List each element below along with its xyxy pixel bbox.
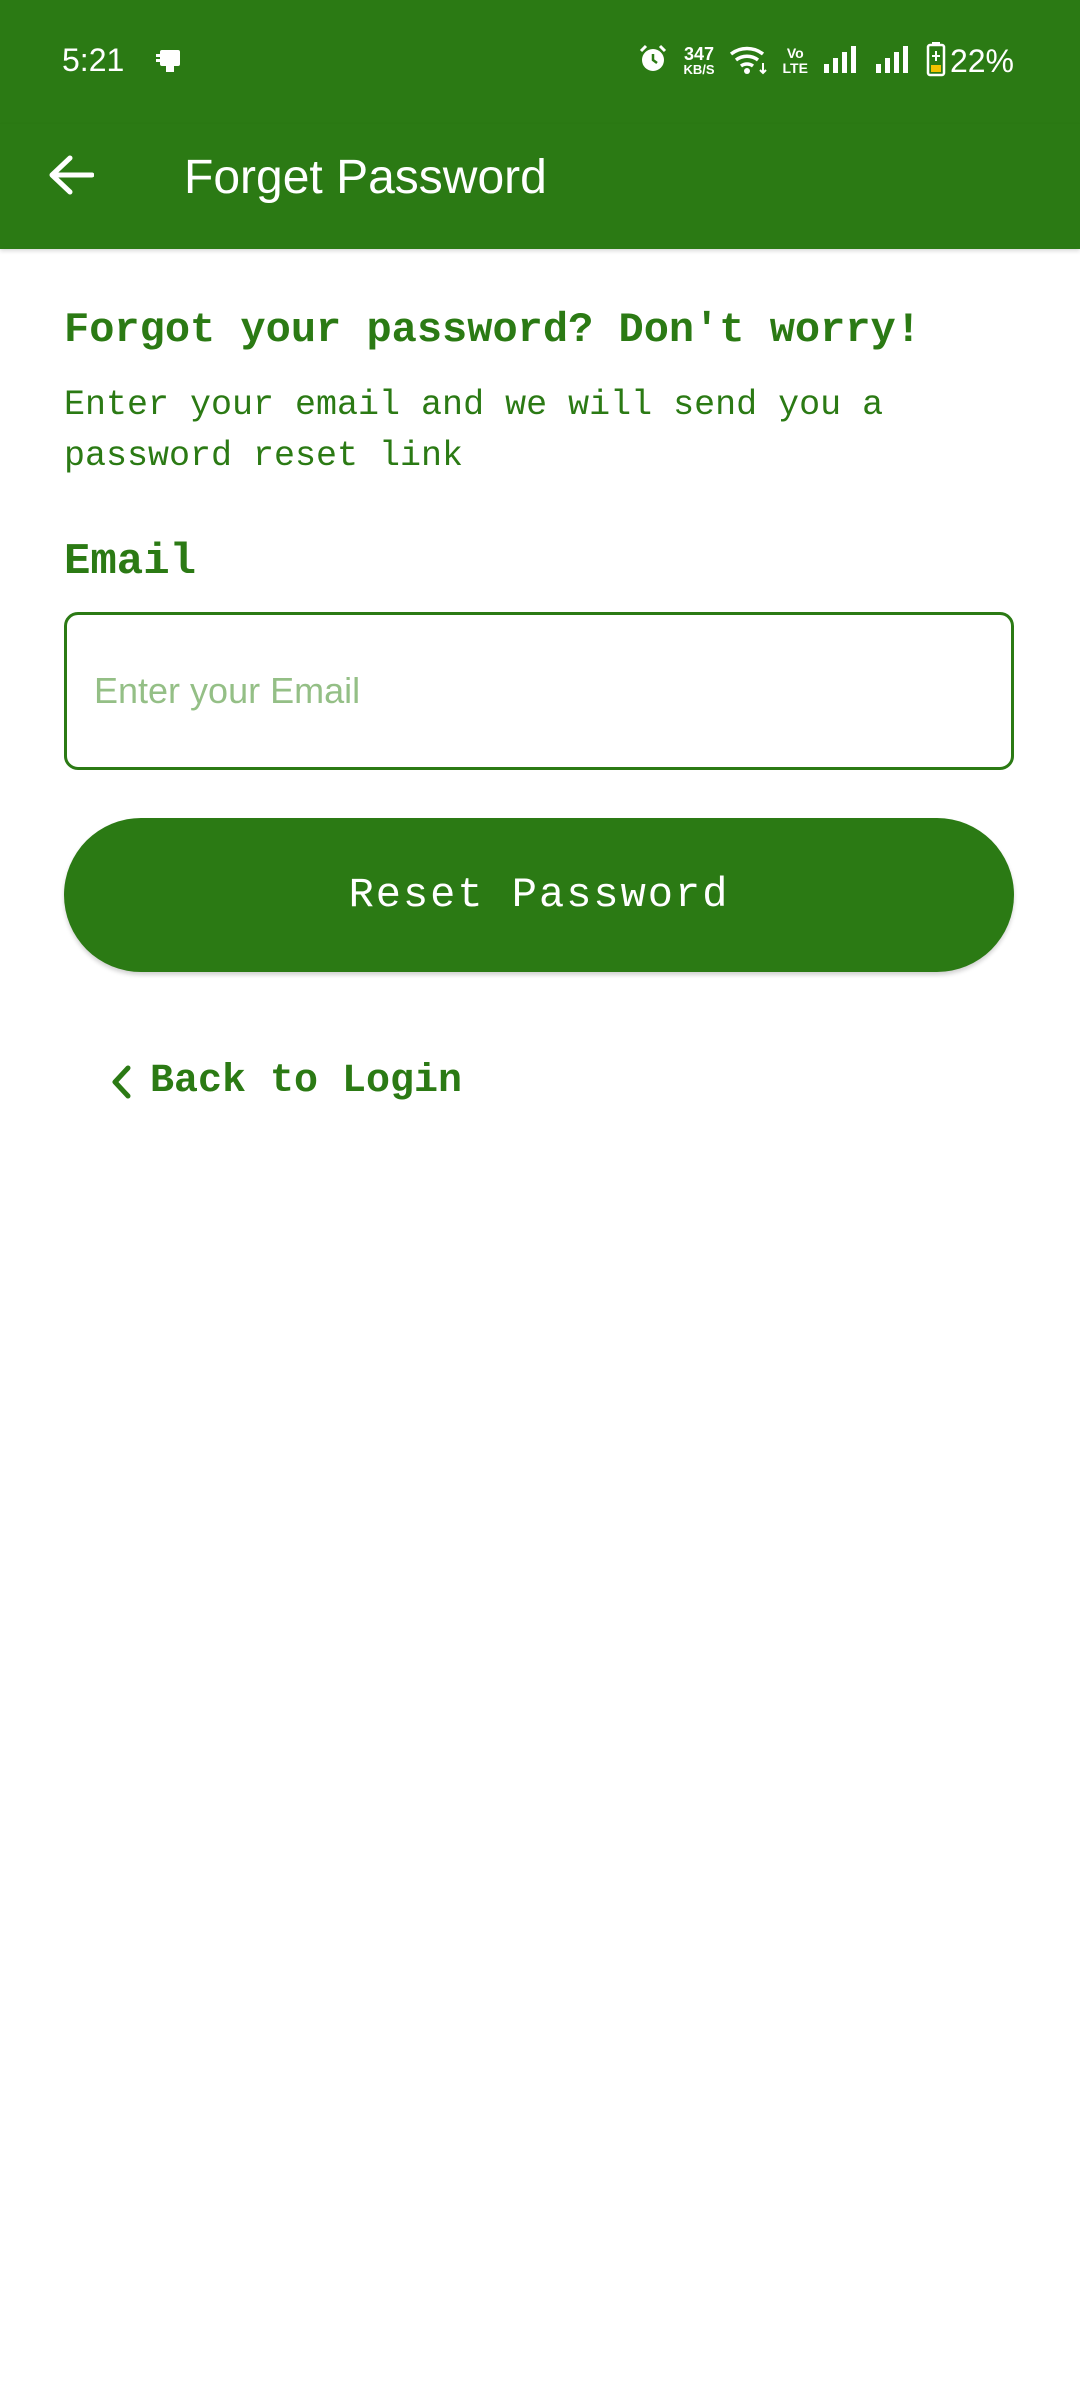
back-to-login-label: Back to Login (150, 1059, 463, 1104)
arrow-left-icon (49, 155, 94, 195)
email-label: Email (64, 537, 197, 587)
signal-icon (822, 44, 860, 79)
signal-icon (874, 44, 912, 79)
net-speed: 347 KB/S (683, 43, 715, 77)
volte-indicator: Vo LTE (783, 46, 808, 76)
wifi-icon (729, 43, 769, 80)
battery-percent: 22% (949, 43, 1014, 79)
battery-status: 22% (926, 41, 1014, 82)
heading: Forgot your password? Don't worry! (64, 306, 921, 354)
volte-top: Vo (786, 45, 804, 61)
instructions-text: Enter your email and we will send you a … (64, 385, 884, 476)
status-time: 5:21 (62, 42, 125, 78)
email-input[interactable] (94, 615, 974, 767)
volte-bottom: LTE (782, 60, 808, 76)
back-button[interactable] (46, 150, 96, 200)
chevron-left-icon (112, 1065, 131, 1099)
notification-icon (154, 44, 186, 76)
back-to-login-link[interactable]: Back to Login (110, 1052, 462, 1112)
net-speed-value: 347 (683, 43, 715, 64)
status-icons: 347 KB/S Vo LTE 22% (637, 38, 1014, 84)
alarm-icon (637, 43, 669, 80)
email-field[interactable] (64, 612, 1014, 770)
net-speed-unit: KB/S (683, 61, 715, 77)
reset-password-button[interactable]: Reset Password (64, 818, 1014, 972)
status-bar: 5:21 347 KB/S Vo LTE 22% (0, 0, 1080, 124)
page-title: Forget Password (184, 151, 547, 204)
battery-icon (926, 41, 946, 82)
